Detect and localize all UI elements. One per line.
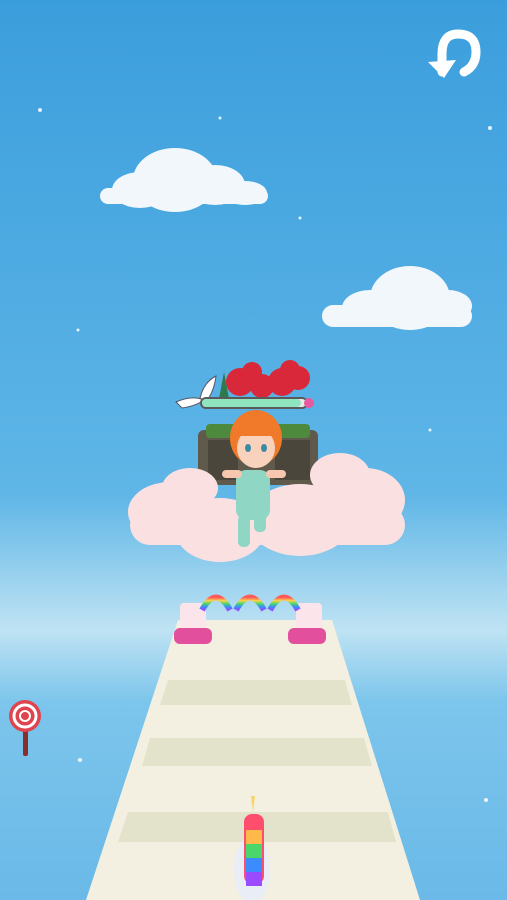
game-scene	[0, 0, 507, 900]
progress-bar	[200, 397, 314, 409]
lollipop-icon	[9, 700, 41, 756]
restart-arrow-icon	[428, 29, 481, 78]
restart-button[interactable]	[424, 26, 488, 82]
progress-fill	[202, 399, 301, 407]
